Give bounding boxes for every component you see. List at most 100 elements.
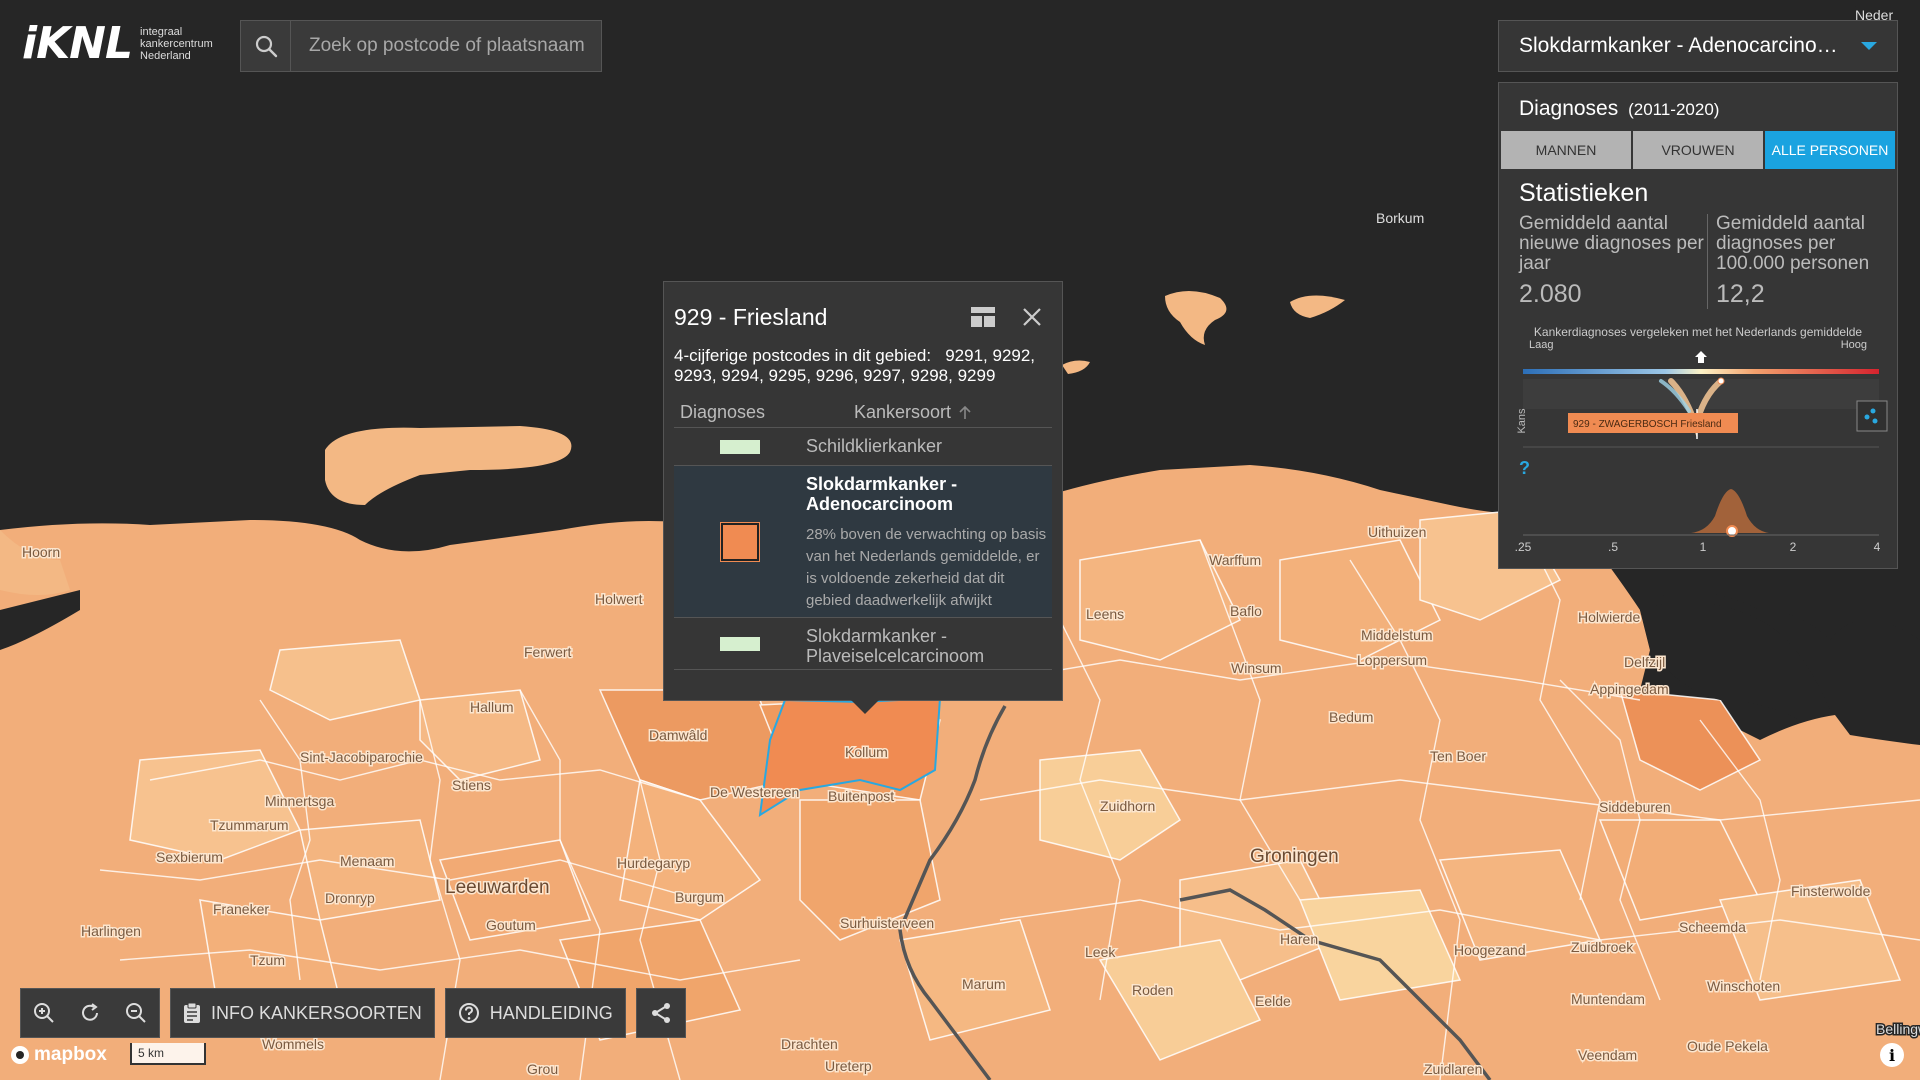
cancer-row[interactable]: Schildklierkanker — [674, 428, 1052, 466]
place-label: Zuidbroek — [1571, 939, 1634, 955]
place-label: Bellingw — [1876, 1021, 1920, 1037]
place-label: Damwâld — [649, 727, 707, 743]
cancer-type-dropdown[interactable]: Slokdarmkanker - Adenocarcinoom — [1498, 20, 1898, 72]
comparison-chart: Kankerdiagnoses vergeleken met het Neder… — [1499, 309, 1897, 566]
place-label: Hallum — [470, 699, 514, 715]
place-label: Holwert — [595, 591, 643, 607]
cancer-type-value: Slokdarmkanker - Adenocarcinoom — [1519, 34, 1839, 57]
panel-header: Diagnoses (2011-2020) — [1499, 83, 1897, 131]
place-label: Oude Pekela — [1687, 1038, 1768, 1054]
place-label: Roden — [1132, 982, 1173, 998]
place-label: Harlingen — [81, 923, 141, 939]
axis-tick-label: 4 — [1874, 540, 1881, 554]
question-icon — [458, 1003, 479, 1023]
popup-header: 929 - Friesland — [674, 292, 1052, 342]
stat-new-diagnoses: Gemiddeld aantal nieuwe diagnoses per ja… — [1519, 213, 1704, 309]
place-label: Buitenpost — [828, 788, 894, 804]
place-label: Franeker — [213, 901, 269, 917]
place-label: Hurdegaryp — [617, 855, 690, 871]
place-label: Eelde — [1255, 993, 1291, 1009]
place-label: Warffum — [1209, 552, 1261, 568]
cancer-description: 28% boven de verwachting op basis van he… — [806, 526, 1047, 609]
scatter-icon-dot — [1872, 418, 1878, 424]
dot-plot-toggle[interactable] — [1856, 400, 1888, 432]
place-label: Veendam — [1578, 1047, 1637, 1063]
iknl-logo[interactable]: iKNL integraal kankercentrum Nederland — [22, 22, 213, 66]
color-scale-bar — [1523, 369, 1879, 374]
place-label: Leens — [1086, 606, 1124, 622]
area-label: 929 - ZWAGERBOSCH Friesland — [1573, 419, 1722, 430]
diagnoses-panel: Diagnoses (2011-2020) MANNEN VROUWEN ALL… — [1498, 82, 1898, 569]
cancer-name: Slokdarmkanker - Adenocarcinoom — [806, 474, 958, 514]
tab-alle-personen[interactable]: ALLE PERSONEN — [1765, 131, 1895, 169]
place-label: Finsterwolde — [1791, 883, 1871, 899]
region-popup: 929 - Friesland 4-cijferige postcodes in… — [663, 281, 1063, 701]
col-kankersoort[interactable]: Kankersoort — [854, 402, 971, 423]
place-label: Ferwert — [524, 644, 572, 660]
high-label: Hoog — [1840, 339, 1867, 351]
zoom-in-button[interactable] — [21, 989, 67, 1037]
popup-title: 929 - Friesland — [674, 303, 828, 330]
col-diagnoses[interactable]: Diagnoses — [674, 402, 854, 423]
map-toolbar: INFO KANKERSOORTEN HANDLEIDING — [20, 988, 686, 1038]
place-label: Uithuizen — [1368, 524, 1426, 540]
place-label: Kollum — [845, 744, 888, 760]
place-label: Drachten — [781, 1036, 838, 1052]
stats-title: Statistieken — [1519, 179, 1649, 207]
search-input[interactable] — [291, 21, 601, 71]
cancer-row-selected[interactable]: Slokdarmkanker - Adenocarcinoom 28% bove… — [674, 466, 1052, 618]
place-label: Zuidlaren — [1424, 1061, 1482, 1077]
attribution-info-button[interactable]: i — [1880, 1043, 1904, 1067]
average-marker — [1695, 351, 1707, 363]
zoom-out-icon — [126, 1003, 146, 1023]
axis-tick-label: 2 — [1790, 540, 1797, 554]
place-label: De Westereen — [710, 784, 799, 800]
place-label: Scheemda — [1679, 919, 1746, 935]
place-label: Delfzijl — [1624, 654, 1665, 670]
diagnoses-swatch — [720, 521, 760, 562]
reset-button[interactable] — [67, 989, 113, 1037]
scale-bar: 5 km — [130, 1043, 206, 1065]
cancer-name: Schildklierkanker — [806, 436, 943, 456]
place-label: Marum — [962, 976, 1006, 992]
cancer-row[interactable]: Slokdarmkanker - Plaveiselcelcarcinoom — [674, 618, 1052, 670]
place-label: Sexbierum — [156, 849, 223, 865]
table-layout-icon[interactable] — [970, 306, 996, 328]
place-label: Stiens — [452, 777, 491, 793]
place-label: Siddeburen — [1599, 799, 1671, 815]
tab-vrouwen[interactable]: VROUWEN — [1633, 131, 1763, 169]
place-label: Wommels — [262, 1036, 324, 1052]
place-label: Winsum — [1231, 660, 1282, 676]
place-label: Surhuisterveen — [840, 915, 934, 931]
search-bar — [240, 20, 602, 72]
caret-down-icon — [1861, 42, 1877, 50]
clipboard-icon — [184, 1002, 200, 1023]
logo-text: integraal kankercentrum Nederland — [140, 26, 213, 62]
kans-label: Kans — [1516, 408, 1528, 434]
help-button[interactable]: ? — [1519, 458, 1530, 479]
zoom-controls — [20, 988, 160, 1038]
share-icon — [651, 1003, 670, 1023]
refresh-icon — [82, 1003, 98, 1021]
place-label: Middelstum — [1361, 627, 1433, 643]
place-label: Holwierde — [1578, 609, 1640, 625]
axis-ticks: .25 .5 1 2 4 — [1515, 540, 1881, 554]
place-label: Bedum — [1329, 709, 1373, 725]
place-label: Appingedam — [1590, 681, 1669, 697]
place-label: Sint-Jacobiparochie — [300, 749, 423, 765]
place-label: Winschoten — [1707, 978, 1780, 994]
manual-button[interactable]: HANDLEIDING — [444, 988, 626, 1038]
share-button[interactable] — [635, 988, 686, 1038]
zoom-out-button[interactable] — [113, 989, 159, 1037]
place-label: Grou — [527, 1061, 558, 1077]
place-label: Tzummarum — [210, 817, 289, 833]
popup-pointer — [851, 700, 879, 714]
tab-mannen[interactable]: MANNEN — [1501, 131, 1631, 169]
search-button[interactable] — [241, 21, 291, 71]
scatter-icon — [1864, 414, 1870, 420]
info-cancer-types-button[interactable]: INFO KANKERSOORTEN — [170, 988, 435, 1038]
mapbox-logo[interactable]: mapbox — [10, 1044, 107, 1066]
close-icon[interactable] — [1022, 307, 1042, 327]
comparison-title: Kankerdiagnoses vergeleken met het Neder… — [1533, 325, 1863, 339]
zoom-in-icon — [34, 1003, 54, 1023]
